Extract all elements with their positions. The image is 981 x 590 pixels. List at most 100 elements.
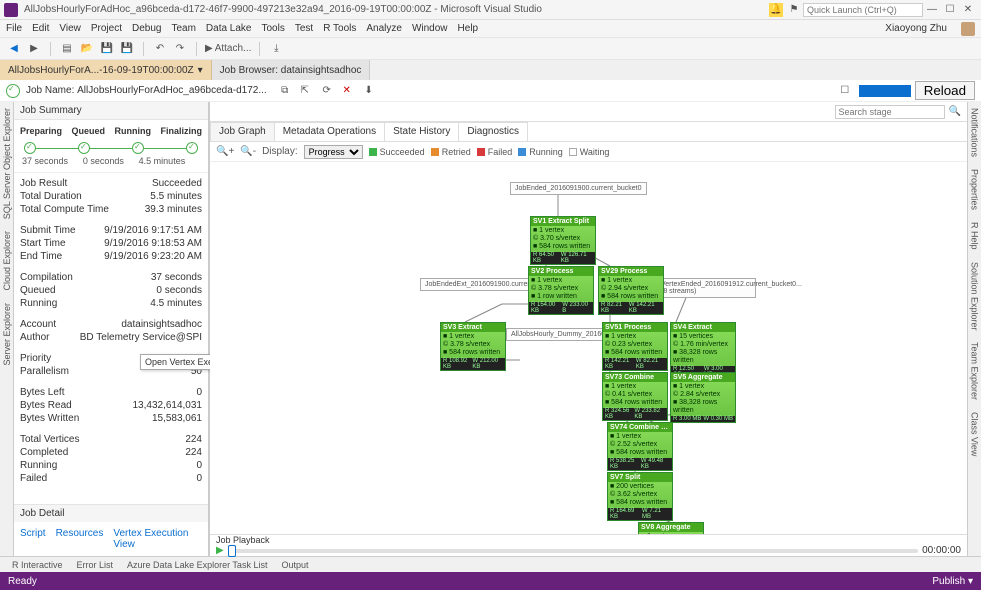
- close-icon[interactable]: ✕: [961, 3, 975, 17]
- vertex-execution-view-link[interactable]: Vertex Execution View: [113, 528, 202, 550]
- stage-node-sv29[interactable]: SV29 Process ■ 1 vertex© 2.94 s/vertex■ …: [598, 266, 664, 315]
- job-name-value: AllJobsHourlyForAdHoc_a96bceda-d172...: [77, 85, 267, 96]
- script-link[interactable]: Script: [20, 528, 46, 550]
- bottom-toolwindows: R Interactive Error List Azure Data Lake…: [0, 556, 981, 572]
- graph-canvas[interactable]: JobEnded_2016091900.current_bucket0 JobE…: [210, 162, 967, 534]
- display-select[interactable]: Progress: [304, 145, 363, 159]
- undo-icon[interactable]: ↶: [152, 41, 168, 57]
- tab-diagnostics[interactable]: Diagnostics: [458, 122, 528, 141]
- job-name-label: Job Name:: [26, 85, 74, 96]
- search-icon[interactable]: 🔍: [949, 106, 961, 117]
- zoom-out-icon[interactable]: 🔍-: [240, 146, 256, 157]
- data-source-box[interactable]: VertexEnded_2016091912.current_bucket0..…: [656, 278, 756, 298]
- attach-button[interactable]: ▶ Attach...: [205, 43, 251, 54]
- cloud-explorer-tab[interactable]: Cloud Explorer: [2, 231, 12, 291]
- menu-edit[interactable]: Edit: [32, 23, 49, 34]
- new-icon[interactable]: ▤: [59, 41, 75, 57]
- menu-datalake[interactable]: Data Lake: [206, 23, 252, 34]
- tab-state-history[interactable]: State History: [384, 122, 459, 141]
- menu-analyze[interactable]: Analyze: [366, 23, 402, 34]
- r-interactive-tab[interactable]: R Interactive: [6, 559, 69, 571]
- open-icon[interactable]: 📂: [79, 41, 95, 57]
- sql-server-explorer-tab[interactable]: SQL Server Object Explorer: [2, 108, 12, 219]
- data-source-box[interactable]: JobEnded_2016091900.current_bucket0: [510, 182, 647, 195]
- stage-node-sv73[interactable]: SV73 Combine ■ 1 vertex© 0.41 s/vertex■ …: [602, 372, 668, 421]
- notification-icon[interactable]: 🔔: [769, 3, 783, 17]
- tab-job-browser[interactable]: Job Browser: datainsightsadhoc: [212, 60, 371, 80]
- tab-job-graph[interactable]: Job Graph: [210, 122, 275, 141]
- error-list-tab[interactable]: Error List: [71, 559, 120, 571]
- menu-rtools[interactable]: R Tools: [323, 23, 356, 34]
- tab-metadata-ops[interactable]: Metadata Operations: [274, 122, 385, 141]
- notifications-tab[interactable]: Notifications: [970, 108, 980, 157]
- stage-progress: [14, 142, 208, 154]
- server-explorer-tab[interactable]: Server Explorer: [2, 303, 12, 366]
- search-stage-input[interactable]: [835, 105, 945, 119]
- cancel-job-icon[interactable]: ✕: [339, 83, 355, 99]
- output-tab[interactable]: Output: [275, 559, 314, 571]
- download-icon[interactable]: ⬇: [361, 83, 377, 99]
- forward-icon[interactable]: ▶: [26, 41, 42, 57]
- graph-panel: 🔍 Job Graph Metadata Operations State Hi…: [210, 102, 967, 556]
- playback-thumb[interactable]: [228, 545, 236, 557]
- status-text: Ready: [8, 576, 37, 587]
- quick-launch-input[interactable]: [803, 3, 923, 17]
- tab-dropdown-icon[interactable]: ▾: [198, 65, 203, 76]
- refresh-icon[interactable]: ⟳: [319, 83, 335, 99]
- graph-search-bar: 🔍: [210, 102, 967, 122]
- r-help-tab[interactable]: R Help: [970, 222, 980, 250]
- stage-times: 37 seconds 0 seconds 4.5 minutes: [14, 154, 208, 173]
- reload-button[interactable]: Reload: [915, 81, 975, 100]
- solution-explorer-tab[interactable]: Solution Explorer: [970, 262, 980, 331]
- menu-help[interactable]: Help: [458, 23, 479, 34]
- stage-node-sv1[interactable]: SV1 Extract Split ■ 1 vertex© 3.70 s/ver…: [530, 216, 596, 265]
- menu-test[interactable]: Test: [295, 23, 313, 34]
- copy-icon[interactable]: ⧉: [277, 83, 293, 99]
- save-icon[interactable]: 💾: [99, 41, 115, 57]
- team-explorer-tab[interactable]: Team Explorer: [970, 342, 980, 400]
- job-detail-links: Script Resources Vertex Execution View: [14, 522, 208, 556]
- menu-debug[interactable]: Debug: [132, 23, 161, 34]
- statusbar: Ready Publish ▾: [0, 572, 981, 590]
- flag-icon[interactable]: ⚑: [787, 3, 801, 17]
- popout-icon[interactable]: ⇱: [297, 83, 313, 99]
- zoom-in-icon[interactable]: 🔍+: [216, 146, 234, 157]
- stage-node-sv2[interactable]: SV2 Process ■ 1 vertex© 3.78 s/vertex■ 1…: [528, 266, 594, 315]
- minimize-icon[interactable]: —: [925, 3, 939, 17]
- stage-node-sv51[interactable]: SV51 Process ■ 1 vertex© 0.23 s/vertex■ …: [602, 322, 668, 371]
- stage-node-sv5[interactable]: SV5 Aggregate ■ 1 vertex© 2.84 s/vertex■…: [670, 372, 736, 423]
- menu-window[interactable]: Window: [412, 23, 448, 34]
- job-detail-header[interactable]: Job Detail: [14, 504, 208, 522]
- user-area[interactable]: Xiaoyong Zhu: [885, 22, 975, 36]
- menu-project[interactable]: Project: [91, 23, 122, 34]
- user-name: Xiaoyong Zhu: [885, 23, 947, 34]
- stage-node-sv74[interactable]: SV74 Combine Part... ■ 1 vertex© 2.52 s/…: [607, 422, 673, 471]
- maximize-icon[interactable]: ☐: [943, 3, 957, 17]
- class-view-tab[interactable]: Class View: [970, 412, 980, 456]
- adl-tasklist-tab[interactable]: Azure Data Lake Explorer Task List: [121, 559, 273, 571]
- play-icon[interactable]: ▶: [216, 545, 224, 556]
- stage-node-sv3[interactable]: SV3 Extract ■ 1 vertex© 3.78 s/vertex■ 5…: [440, 322, 506, 371]
- menu-team[interactable]: Team: [171, 23, 195, 34]
- step-icon[interactable]: ⤓: [268, 41, 284, 57]
- info-icon[interactable]: ☐: [837, 83, 853, 99]
- back-icon[interactable]: ◀: [6, 41, 22, 57]
- publish-button[interactable]: Publish ▾: [932, 576, 973, 587]
- properties-tab[interactable]: Properties: [970, 169, 980, 210]
- menu-tools[interactable]: Tools: [262, 23, 285, 34]
- stage-node-sv8[interactable]: SV8 Aggregate ■ 1 vertex© 23.08 s/vertex…: [638, 522, 704, 534]
- job-header: Job Name: AllJobsHourlyForAdHoc_a96bceda…: [0, 80, 981, 102]
- stage-node-sv7[interactable]: SV7 Split ■ 200 vertices© 3.62 s/vertex■…: [607, 472, 673, 521]
- stage-node-sv4[interactable]: SV4 Extract ■ 15 vertices© 1.76 min/vert…: [670, 322, 736, 379]
- stage-dot-icon: [24, 142, 36, 154]
- main-area: SQL Server Object Explorer Cloud Explore…: [0, 102, 981, 556]
- redo-icon[interactable]: ↷: [172, 41, 188, 57]
- saveall-icon[interactable]: 💾: [119, 41, 135, 57]
- playback-track[interactable]: [228, 549, 918, 553]
- menu-view[interactable]: View: [59, 23, 81, 34]
- titlebar: AllJobsHourlyForAdHoc_a96bceda-d172-46f7…: [0, 0, 981, 20]
- tab-alljobs[interactable]: AllJobsHourlyForA...-16-09-19T00:00:00Z▾: [0, 60, 212, 80]
- resources-link[interactable]: Resources: [56, 528, 104, 550]
- job-summary-header: Job Summary: [14, 102, 208, 120]
- menu-file[interactable]: File: [6, 23, 22, 34]
